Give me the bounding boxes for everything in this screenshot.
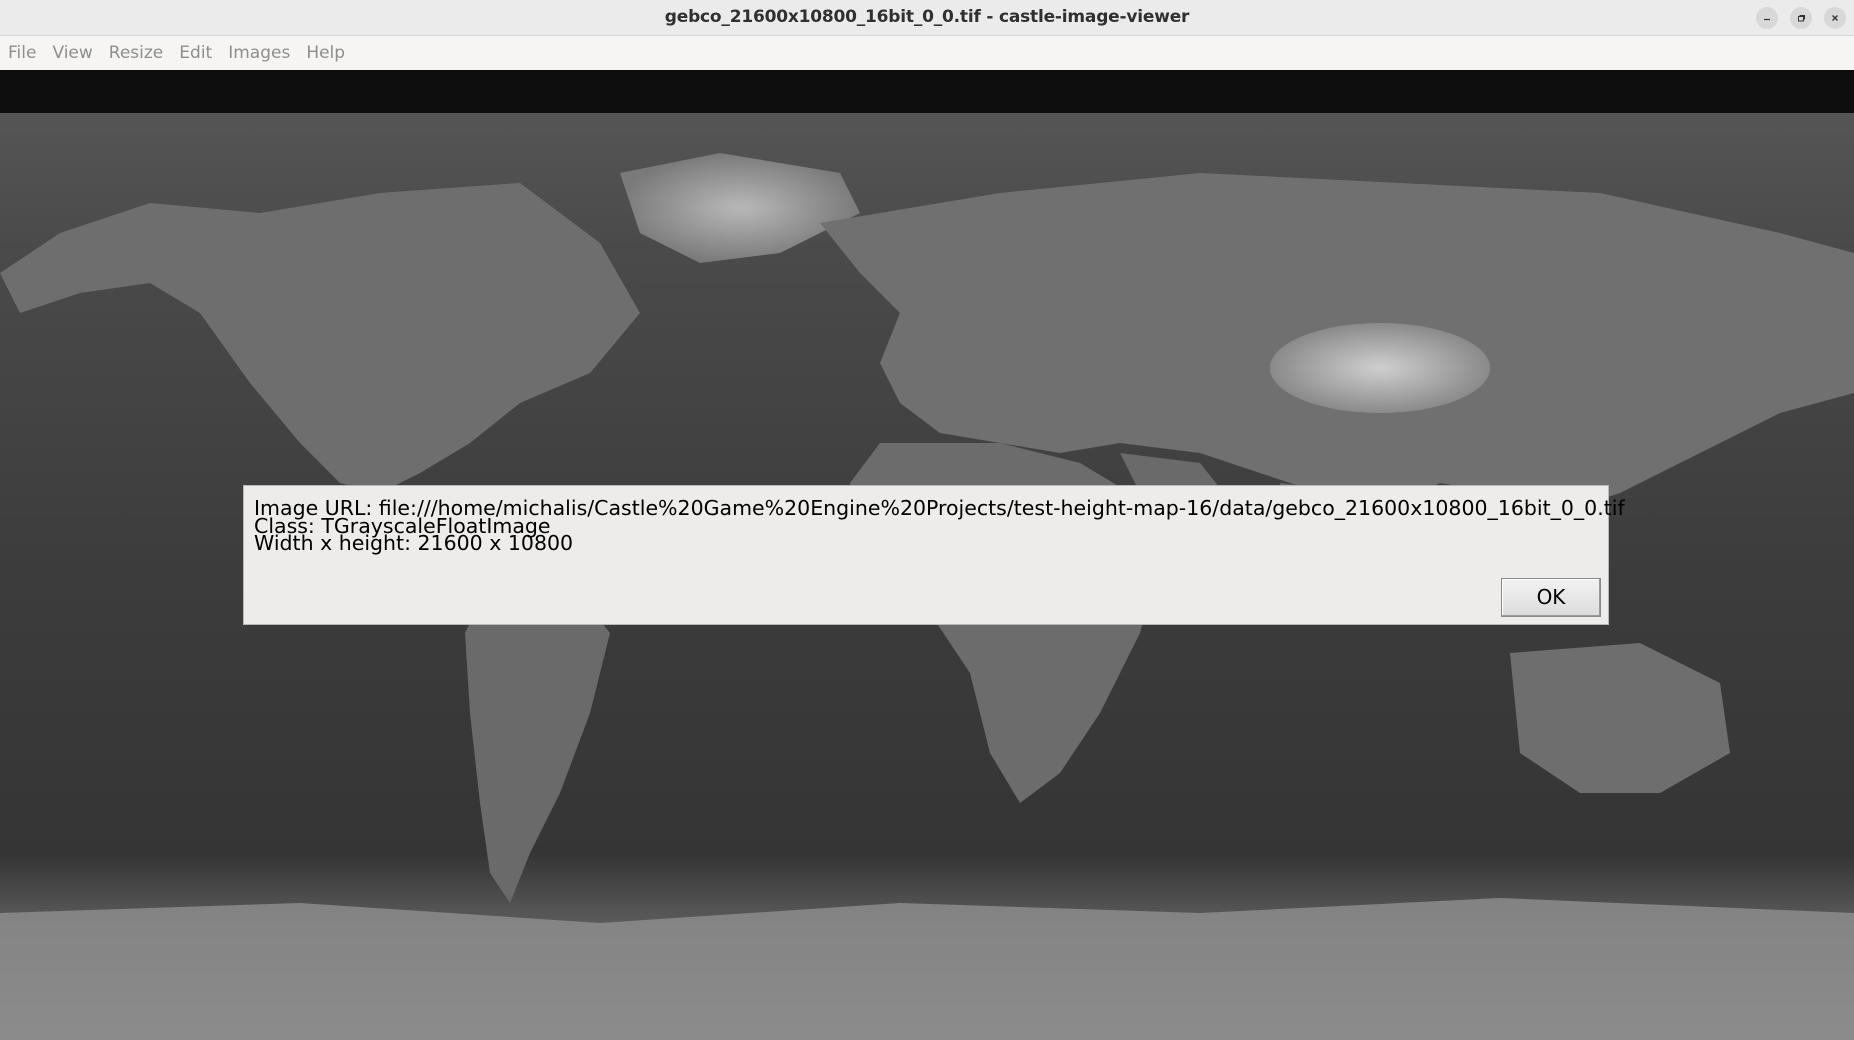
app-window: gebco_21600x10800_16bit_0_0.tif - castle…	[0, 0, 1854, 1040]
menu-view[interactable]: View	[44, 36, 100, 70]
close-button[interactable]	[1824, 7, 1846, 29]
image-info-dialog: Image URL: file:///home/michalis/Castle%…	[243, 485, 1625, 625]
minimize-icon	[1764, 18, 1770, 21]
maximize-icon	[1798, 15, 1805, 22]
menu-help[interactable]: Help	[298, 36, 353, 70]
title-bar[interactable]: gebco_21600x10800_16bit_0_0.tif - castle…	[0, 0, 1854, 36]
ok-button[interactable]: OK	[1501, 578, 1601, 617]
image-size-text: Width x height: 21600 x 10800	[254, 531, 574, 555]
menu-resize[interactable]: Resize	[101, 36, 171, 70]
close-icon	[1832, 15, 1838, 21]
maximize-button[interactable]	[1790, 7, 1812, 29]
window-controls	[1756, 7, 1846, 29]
menu-images[interactable]: Images	[220, 36, 298, 70]
menu-file[interactable]: File	[0, 36, 44, 70]
window-title: gebco_21600x10800_16bit_0_0.tif - castle…	[664, 7, 1190, 27]
menu-edit[interactable]: Edit	[171, 36, 220, 70]
minimize-button[interactable]	[1756, 7, 1778, 29]
menu-bar: File View Resize Edit Images Help	[0, 36, 1854, 70]
